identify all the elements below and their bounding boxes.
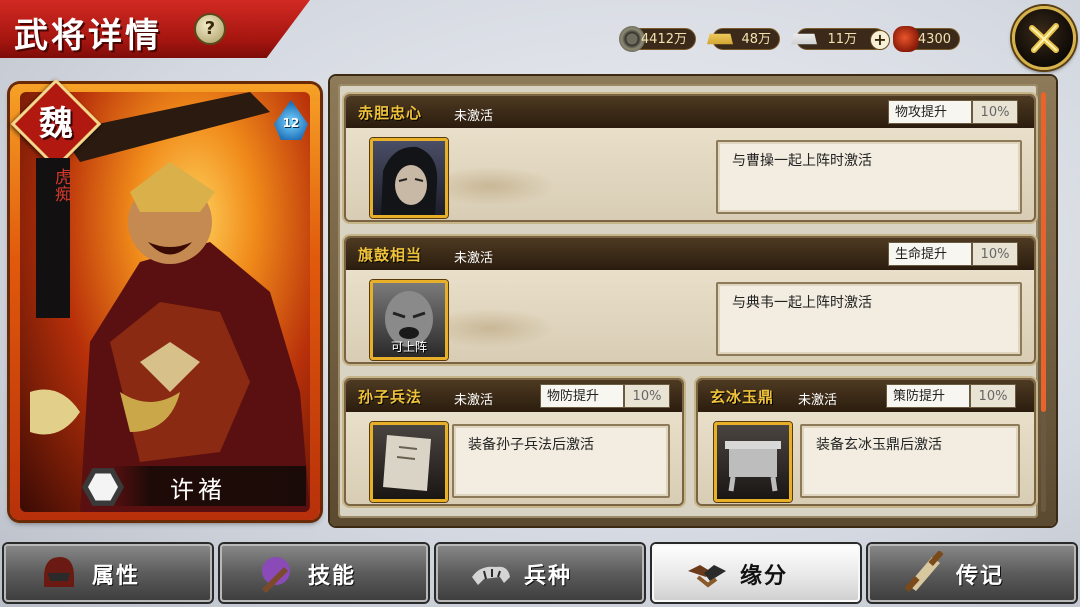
bond-name: 玄冰玉鼎 — [710, 388, 775, 406]
tiger-icon — [472, 566, 510, 585]
bond-name: 孙子兵法 — [358, 388, 423, 406]
gold-ingot-counter: 48万 — [707, 28, 780, 50]
bond-status: 未激活 — [454, 251, 494, 266]
food-counter: 4300 — [893, 26, 960, 52]
book-icon — [383, 435, 431, 491]
bond-condition-box: 装备孙子兵法后激活 — [452, 424, 670, 498]
meat-food-icon — [893, 26, 919, 52]
help-icon[interactable]: ? — [194, 13, 226, 45]
skill-orb-icon — [262, 557, 290, 593]
close-button[interactable] — [1012, 6, 1076, 70]
tab-skills[interactable]: 技能 — [220, 544, 428, 602]
bond-attribute: 物攻提升 — [888, 100, 972, 124]
hero-name: 许褚 — [170, 476, 226, 504]
tab-troop-type[interactable]: 兵种 — [436, 544, 644, 602]
item-portrait[interactable] — [714, 422, 792, 502]
bond-percent: 10% — [970, 384, 1016, 408]
scrollbar-thumb[interactable] — [1041, 92, 1046, 412]
bond-condition: 与曹操一起上阵时激活 — [732, 153, 872, 169]
bond-percent: 10% — [972, 242, 1018, 266]
item-portrait[interactable] — [370, 422, 448, 502]
bond-name: 旗鼓相当 — [358, 246, 423, 264]
hero-portrait[interactable]: 可上阵 — [370, 280, 448, 360]
bond-condition-box: 与曹操一起上阵时激活 — [716, 140, 1022, 214]
tab-label: 属性 — [92, 564, 141, 589]
bond-attribute: 生命提升 — [888, 242, 972, 266]
bond-condition: 装备孙子兵法后激活 — [468, 437, 594, 453]
cloud-ornament — [446, 166, 556, 206]
bond-card: 旗鼓相当 未激活 生命提升 10% 可上阵 与典韦一起上阵时激活 — [346, 238, 1034, 362]
gold-ingot-value: 48万 — [741, 32, 771, 47]
portrait-cao-cao-icon — [381, 146, 438, 215]
tab-bonds[interactable]: 缘分 — [652, 544, 860, 602]
bond-attribute: 策防提升 — [886, 384, 970, 408]
cauldron-icon — [725, 441, 781, 492]
bond-condition: 与典韦一起上阵时激活 — [732, 295, 872, 311]
copper-coin-value: 4412万 — [640, 32, 687, 47]
bond-name: 赤胆忠心 — [358, 104, 423, 122]
bond-status: 未激活 — [798, 393, 838, 408]
tab-attributes[interactable]: 属性 — [4, 544, 212, 602]
tab-label: 传记 — [956, 564, 1005, 589]
bond-condition-box: 与典韦一起上阵时激活 — [716, 282, 1022, 356]
silver-ingot-icon — [791, 33, 817, 45]
close-icon — [1029, 23, 1059, 53]
silver-ingot-value: 11万 — [827, 32, 857, 47]
gold-ingot-icon — [707, 33, 733, 45]
helmet-icon — [44, 557, 74, 587]
hero-title: 虎痴 — [51, 168, 71, 202]
handshake-icon — [688, 565, 726, 588]
copper-coin-counter: 4412万 — [619, 26, 696, 52]
scroll-icon — [904, 551, 944, 592]
bond-card: 玄冰玉鼎 未激活 策防提升 10% 装备玄冰玉鼎后激活 — [698, 380, 1034, 504]
portrait-caption: 可上阵 — [390, 340, 427, 354]
add-ingot-button[interactable]: + — [870, 30, 890, 50]
bond-percent: 10% — [624, 384, 670, 408]
kingdom-label: 魏 — [39, 104, 73, 144]
bond-condition-box: 装备玄冰玉鼎后激活 — [800, 424, 1020, 498]
bond-card: 赤胆忠心 未激活 物攻提升 10% 与曹操一起上阵时激活 — [346, 96, 1034, 220]
tab-biography[interactable]: 传记 — [868, 544, 1076, 602]
page-title: 武将详情 — [14, 16, 162, 56]
hero-level: 12 — [282, 116, 300, 130]
bond-attribute: 物防提升 — [540, 384, 624, 408]
bond-status: 未激活 — [454, 109, 494, 124]
tab-label: 技能 — [308, 564, 357, 589]
food-value: 4300 — [917, 32, 951, 47]
bond-percent: 10% — [972, 100, 1018, 124]
bond-status: 未激活 — [454, 393, 494, 408]
hero-portrait[interactable] — [370, 138, 448, 218]
tab-label: 兵种 — [524, 564, 573, 589]
cloud-ornament — [446, 308, 556, 348]
bond-card: 孙子兵法 未激活 物防提升 10% 装备孙子兵法后激活 — [346, 380, 682, 504]
bond-condition: 装备玄冰玉鼎后激活 — [816, 437, 942, 453]
tab-label: 缘分 — [740, 564, 789, 589]
